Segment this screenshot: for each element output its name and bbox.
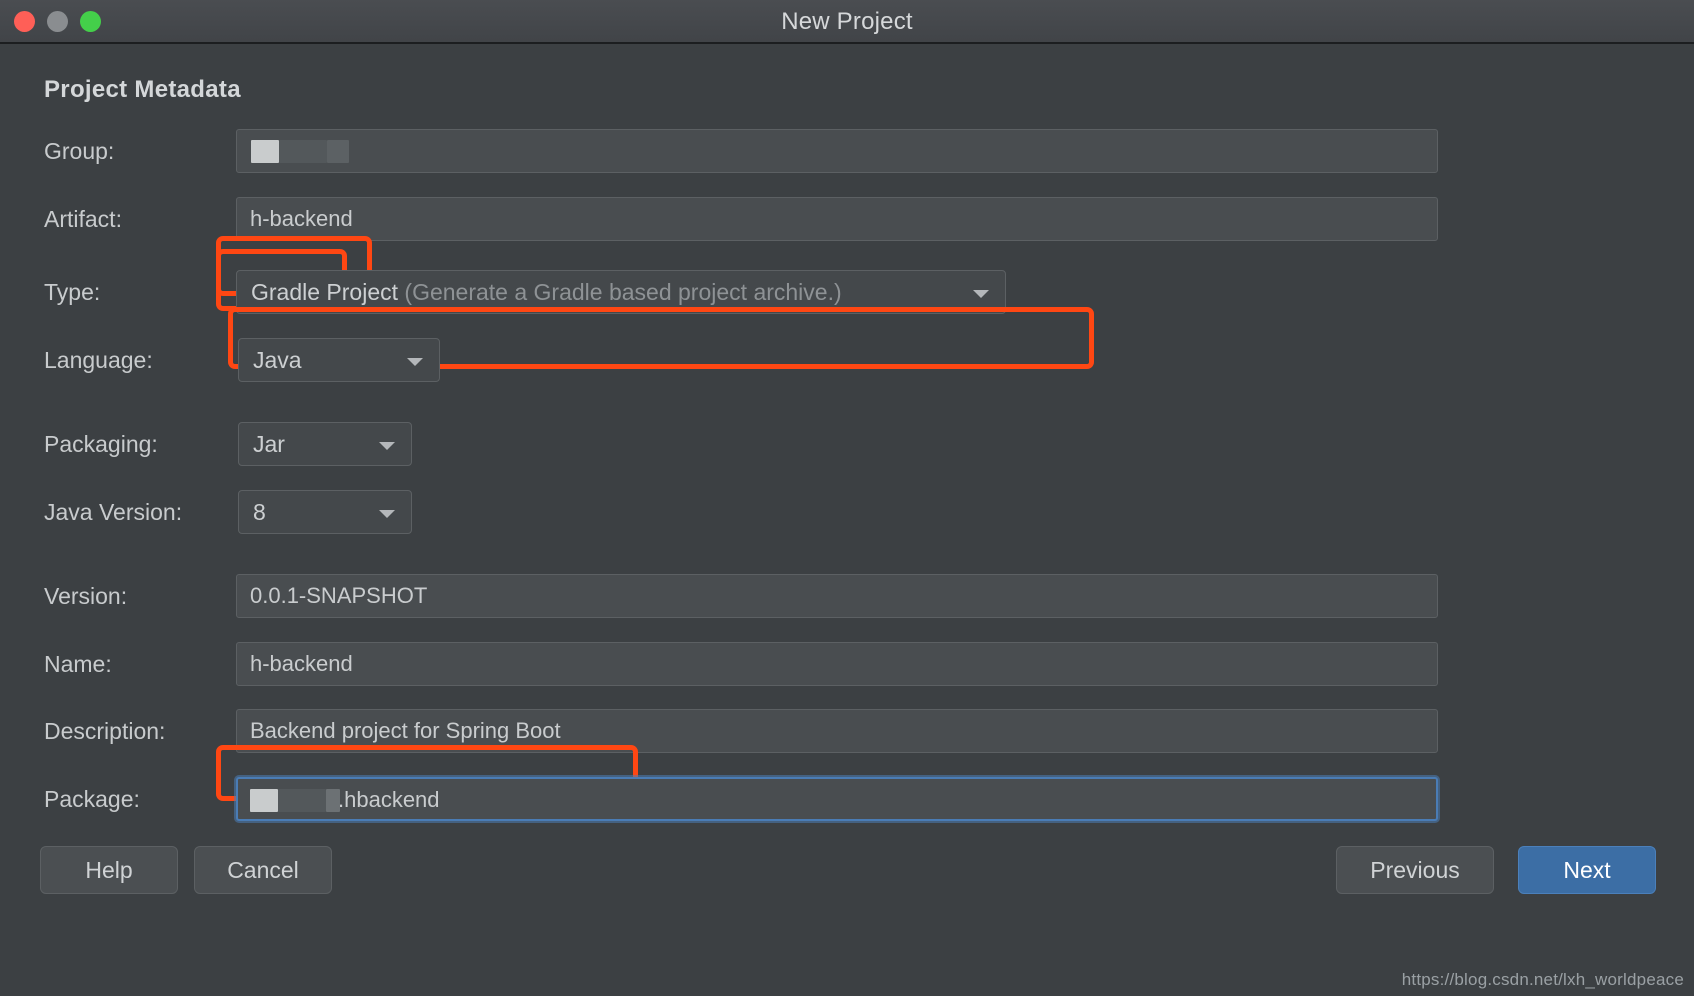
row-version: Version: 0.0.1-SNAPSHOT [0,574,1694,618]
name-input[interactable]: h-backend [236,642,1438,686]
row-java-version: Java Version: 8 [0,490,1694,534]
row-group: Group: [0,129,1694,173]
chevron-down-icon[interactable] [379,510,395,518]
type-label: Type: [44,279,101,305]
group-label: Group: [44,138,115,164]
package-input[interactable]: .hbackend [236,777,1438,821]
type-value-hint: (Generate a Gradle based project archive… [404,279,842,305]
java-version-dropdown[interactable]: 8 [238,490,412,534]
next-button[interactable]: Next [1518,846,1656,894]
previous-button[interactable]: Previous [1336,846,1494,894]
type-dropdown[interactable]: Gradle Project (Generate a Gradle based … [236,270,1006,314]
packaging-value: Jar [253,431,285,457]
row-artifact: Artifact: h-backend [0,197,1694,241]
row-name: Name: h-backend [0,642,1694,686]
language-value: Java [253,347,302,373]
chevron-down-icon[interactable] [973,290,989,298]
row-type: Type: Gradle Project (Generate a Gradle … [0,270,1694,314]
description-input[interactable]: Backend project for Spring Boot [236,709,1438,753]
description-value: Backend project for Spring Boot [250,718,561,743]
artifact-label: Artifact: [44,206,122,232]
window-title: New Project [781,8,913,35]
packaging-dropdown[interactable]: Jar [238,422,412,466]
version-input[interactable]: 0.0.1-SNAPSHOT [236,574,1438,618]
name-label: Name: [44,651,112,677]
title-bar: New Project [0,0,1694,44]
artifact-input[interactable]: h-backend [236,197,1438,241]
row-description: Description: Backend project for Spring … [0,709,1694,753]
version-value: 0.0.1-SNAPSHOT [250,583,428,608]
watermark: https://blog.csdn.net/lxh_worldpeace [1401,970,1684,989]
cancel-button[interactable]: Cancel [194,846,332,894]
package-redaction-block-1 [250,789,278,812]
chevron-down-icon[interactable] [379,442,395,450]
group-redaction-block-3 [327,140,349,163]
chevron-down-icon[interactable] [407,358,423,366]
help-button[interactable]: Help [40,846,178,894]
package-redaction-block-2 [278,789,326,812]
row-package: Package: .hbackend [0,777,1694,821]
package-value: .hbackend [338,787,440,812]
language-label: Language: [44,347,153,373]
packaging-label: Packaging: [44,431,158,457]
java-version-value: 8 [253,499,266,525]
group-redaction-block-1 [251,140,279,163]
page-title: Project Metadata [44,76,241,103]
new-project-dialog: New Project Project Metadata Group: Arti… [0,0,1694,996]
name-value: h-backend [250,651,353,676]
package-label: Package: [44,786,140,812]
group-redaction-block-2 [279,140,327,163]
row-packaging: Packaging: Jar [0,422,1694,466]
artifact-value: h-backend [250,206,353,231]
language-dropdown[interactable]: Java [238,338,440,382]
row-language: Language: Java [0,338,1694,382]
java-version-label: Java Version: [44,499,183,525]
group-input[interactable] [236,129,1438,173]
type-value: Gradle Project (Generate a Gradle based … [251,271,842,313]
type-value-text: Gradle Project [251,279,399,305]
dialog-body: Project Metadata Group: Artifact: h-back… [0,44,1694,996]
version-label: Version: [44,583,128,609]
description-label: Description: [44,718,166,744]
